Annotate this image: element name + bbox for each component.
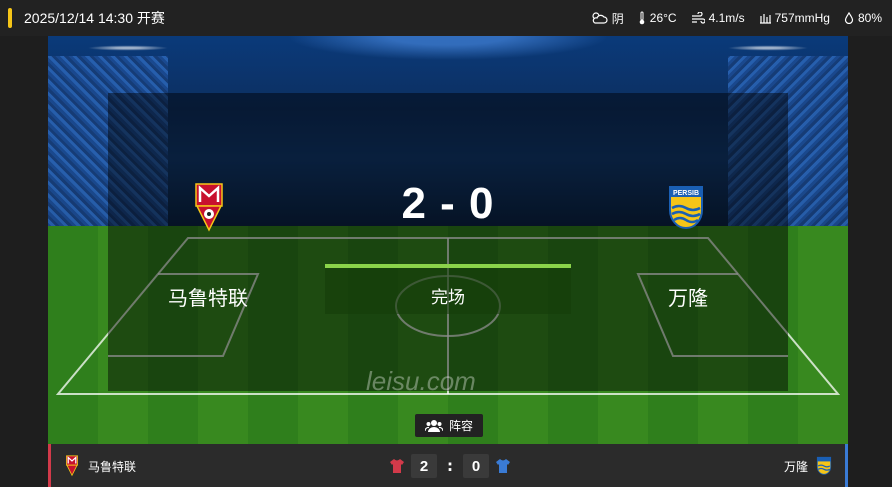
match-status: 完场 <box>431 288 465 308</box>
bottom-score: 2 : 0 <box>389 454 511 478</box>
weather-pressure: 757mmHg <box>759 11 830 25</box>
stadium-scene: leisu.com PERSIB 2 - 0 马鲁特联 万隆 完场 阵容 <box>48 36 848 444</box>
score-overlay <box>108 93 788 391</box>
lineup-label: 阵容 <box>448 419 473 433</box>
home-color-edge <box>48 444 51 487</box>
bottom-away-team-name[interactable]: 万隆 <box>784 458 808 475</box>
bottom-score-bar: 马鲁特联 2 : 0 万隆 <box>48 444 848 487</box>
weather-condition: 阴 <box>590 10 624 27</box>
weather-wind: 4.1m/s <box>691 11 745 25</box>
users-icon <box>424 420 443 432</box>
home-team-logo-small <box>66 455 78 477</box>
weather-info: 阴 26°C 4.1m/s 757mmHg 80% <box>590 0 882 36</box>
wind-icon <box>691 12 705 24</box>
watermark: leisu.com <box>366 366 476 396</box>
match-status-box: 完场 <box>325 264 571 314</box>
away-team-logo-small <box>816 456 832 475</box>
weather-humidity: 80% <box>844 11 882 25</box>
away-team-name[interactable]: 万隆 <box>628 282 748 311</box>
bottom-home-score: 2 <box>411 454 437 478</box>
away-team-logo: PERSIB <box>669 186 703 229</box>
score-separator: : <box>447 457 453 475</box>
lineup-button[interactable]: 阵容 <box>415 414 483 437</box>
away-jersey-icon <box>496 459 510 473</box>
away-logo-text: PERSIB <box>673 190 699 197</box>
home-team-logo <box>195 183 223 232</box>
away-color-edge <box>845 444 848 487</box>
top-bar: 2025/12/14 14:30 开赛 阴 26°C 4.1m/s 757mmH… <box>0 0 892 36</box>
weather-temperature: 26°C <box>638 11 677 25</box>
bottom-away-score: 0 <box>463 454 489 478</box>
thermometer-icon <box>639 11 645 25</box>
bottom-home-team-name[interactable]: 马鲁特联 <box>88 458 136 475</box>
droplet-icon <box>844 12 854 24</box>
match-score: 2 - 0 <box>401 179 495 228</box>
accent-marker <box>8 8 12 28</box>
home-team-name[interactable]: 马鲁特联 <box>148 282 268 311</box>
cloud-sun-icon <box>592 12 608 24</box>
pressure-icon <box>759 14 771 24</box>
status-progress-bar <box>325 264 571 268</box>
match-datetime: 2025/12/14 14:30 开赛 <box>24 10 165 26</box>
home-jersey-icon <box>390 459 404 473</box>
